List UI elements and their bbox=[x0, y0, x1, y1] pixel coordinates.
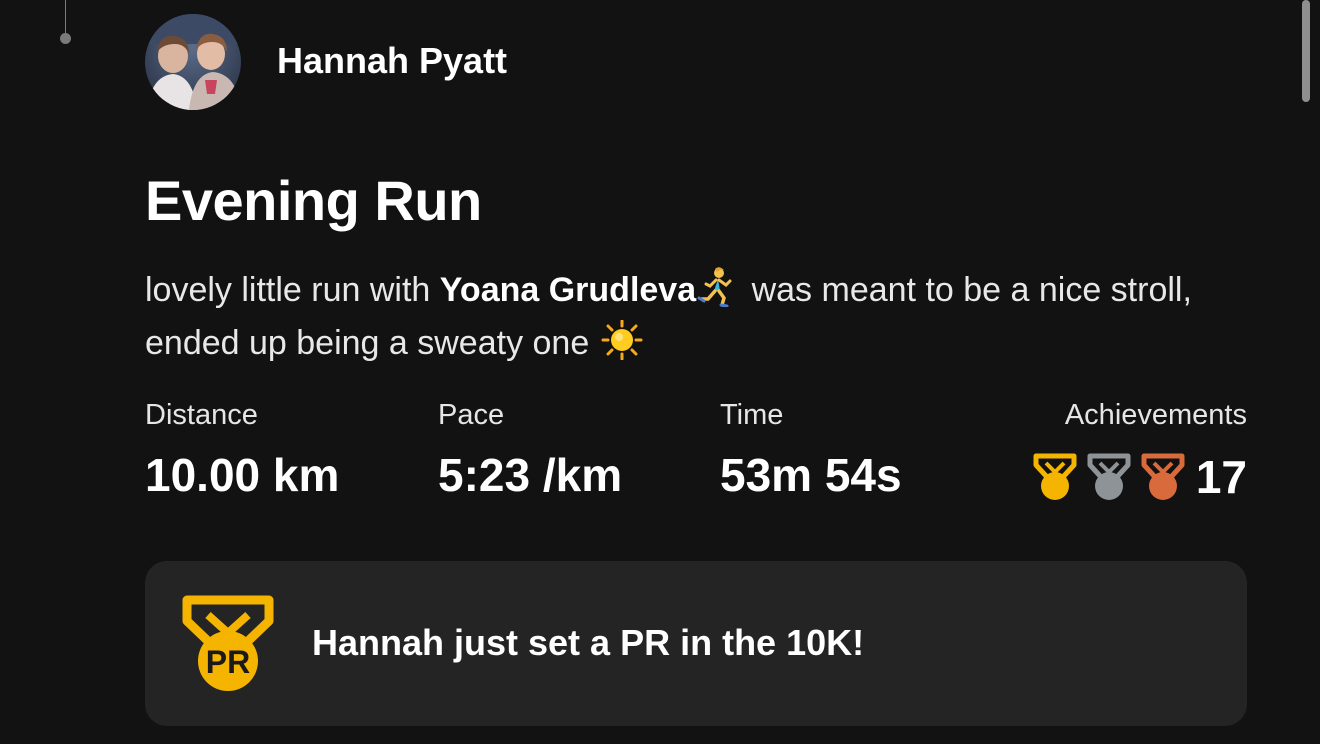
activity-header: Hannah Pyatt bbox=[145, 14, 507, 110]
gold-medal-icon bbox=[1033, 453, 1077, 500]
pace-value: 5:23 /km bbox=[438, 449, 623, 501]
stat-achievements[interactable]: Achievements 17 bbox=[1032, 398, 1247, 501]
pace-label: Pace bbox=[438, 399, 505, 431]
stat-distance: Distance 10.00 km bbox=[145, 398, 339, 501]
activity-title[interactable]: Evening Run bbox=[145, 168, 482, 233]
timeline-dot bbox=[60, 33, 71, 44]
athlete-name[interactable]: Hannah Pyatt bbox=[277, 40, 507, 82]
timeline-connector bbox=[65, 0, 66, 36]
stat-time: Time 53m 54s bbox=[720, 398, 902, 501]
pr-message: Hannah just set a PR in the 10K! bbox=[312, 622, 865, 663]
woman-running-emoji-icon bbox=[697, 267, 732, 307]
pr-badge-text: PR bbox=[206, 644, 250, 680]
achievements-summary[interactable]: 17 bbox=[1032, 453, 1247, 501]
tagged-athlete-link[interactable]: Yoana Grudleva bbox=[440, 271, 696, 309]
distance-label: Distance bbox=[145, 399, 258, 431]
silver-medal-icon bbox=[1087, 453, 1131, 500]
time-label: Time bbox=[720, 399, 784, 431]
pr-medal-icon: PR bbox=[182, 595, 274, 691]
bronze-medal-icon bbox=[1141, 453, 1185, 500]
pr-achievement-card[interactable]: PR Hannah just set a PR in the 10K! bbox=[145, 561, 1247, 726]
description-text-1: lovely little run with bbox=[145, 271, 440, 309]
sun-emoji-icon bbox=[601, 320, 643, 360]
scrollbar-thumb[interactable] bbox=[1302, 0, 1310, 102]
avatar[interactable] bbox=[145, 14, 241, 110]
achievements-label: Achievements bbox=[1064, 399, 1247, 431]
achievements-count: 17 bbox=[1195, 451, 1247, 503]
distance-value: 10.00 km bbox=[145, 449, 340, 501]
stat-pace: Pace 5:23 /km bbox=[438, 398, 622, 501]
time-value: 53m 54s bbox=[720, 449, 902, 501]
activity-description: lovely little run with Yoana Grudleva wa… bbox=[145, 264, 1255, 370]
